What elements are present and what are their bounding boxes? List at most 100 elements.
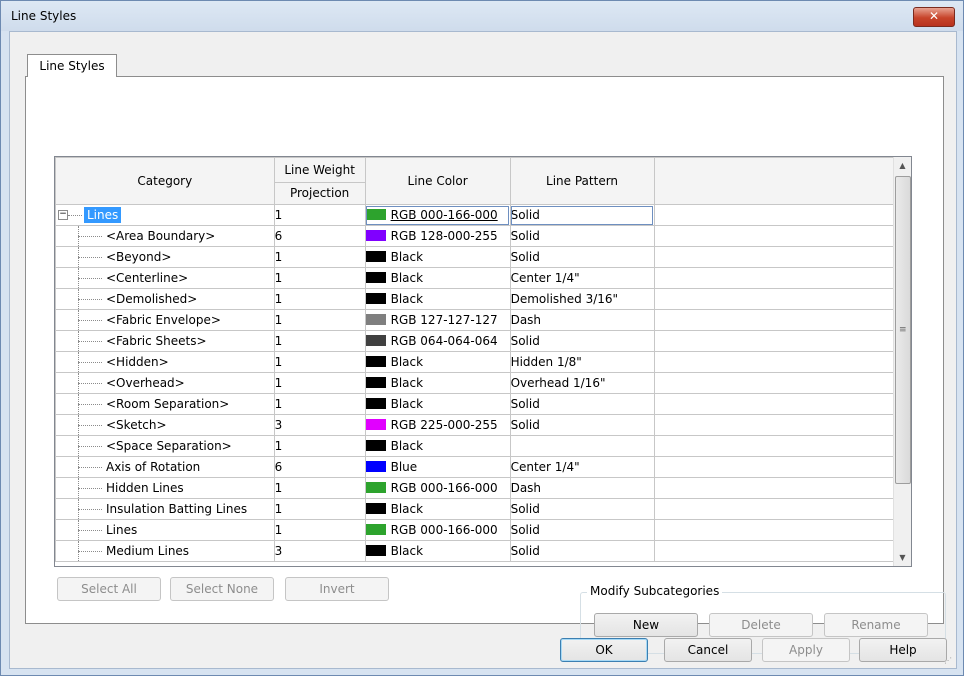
line-pattern-cell[interactable]: Demolished 3/16" <box>509 288 655 310</box>
line-weight-cell[interactable]: 1 <box>273 246 366 268</box>
line-pattern-cell[interactable]: Solid <box>509 330 655 352</box>
line-color-cell[interactable]: RGB 000-166-000 <box>364 204 511 226</box>
scroll-thumb[interactable]: ≡ <box>895 176 911 484</box>
select-all-button[interactable]: Select All <box>57 577 161 601</box>
line-pattern-cell[interactable]: Solid <box>509 498 655 520</box>
category-cell[interactable]: <Hidden> <box>55 351 275 373</box>
line-color-cell[interactable]: RGB 225-000-255 <box>364 414 511 436</box>
table-row[interactable]: Hidden Lines 1 RGB 000-166-000 Dash <box>55 477 911 499</box>
close-button[interactable]: ✕ <box>913 7 955 27</box>
table-row[interactable]: Lines 1 RGB 000-166-000 Solid <box>55 519 911 541</box>
line-pattern-cell[interactable]: Solid <box>509 393 655 415</box>
line-color-cell[interactable]: RGB 000-166-000 <box>364 519 511 541</box>
line-pattern-cell[interactable]: Center 1/4" <box>509 267 655 289</box>
table-row[interactable]: <Hidden> 1 Black Hidden 1/8" <box>55 351 911 373</box>
table-row[interactable]: <Space Separation> 1 Black <box>55 435 911 457</box>
category-cell[interactable]: <Demolished> <box>55 288 275 310</box>
table-row[interactable]: <Demolished> 1 Black Demolished 3/16" <box>55 288 911 310</box>
table-row[interactable]: <Fabric Envelope> 1 RGB 127-127-127 Dash <box>55 309 911 331</box>
table-row[interactable]: <Room Separation> 1 Black Solid <box>55 393 911 415</box>
line-color-cell[interactable]: RGB 000-166-000 <box>364 477 511 499</box>
line-weight-cell[interactable]: 1 <box>273 204 366 226</box>
line-weight-cell[interactable]: 3 <box>273 414 366 436</box>
line-weight-cell[interactable]: 3 <box>273 540 366 562</box>
category-cell[interactable]: Axis of Rotation <box>55 456 275 478</box>
line-color-cell[interactable]: Black <box>364 351 511 373</box>
category-cell[interactable]: Insulation Batting Lines <box>55 498 275 520</box>
line-pattern-cell[interactable]: Solid <box>509 204 655 226</box>
table-row[interactable]: Axis of Rotation 6 Blue Center 1/4" <box>55 456 911 478</box>
line-color-cell[interactable]: Blue <box>364 456 511 478</box>
category-cell[interactable]: <Room Separation> <box>55 393 275 415</box>
category-cell[interactable]: Hidden Lines <box>55 477 275 499</box>
line-color-cell[interactable]: Black <box>364 246 511 268</box>
category-cell[interactable]: <Sketch> <box>55 414 275 436</box>
vertical-scrollbar[interactable]: ▲ ≡ ▼ <box>893 157 911 566</box>
line-color-cell[interactable]: Black <box>364 267 511 289</box>
category-cell[interactable]: − Lines <box>55 204 275 226</box>
line-weight-cell[interactable]: 1 <box>273 435 366 457</box>
category-cell[interactable]: <Area Boundary> <box>55 225 275 247</box>
table-row[interactable]: <Centerline> 1 Black Center 1/4" <box>55 267 911 289</box>
category-cell[interactable]: Lines <box>55 519 275 541</box>
line-pattern-cell[interactable] <box>509 435 655 457</box>
line-pattern-cell[interactable]: Solid <box>509 519 655 541</box>
line-weight-cell[interactable]: 1 <box>273 372 366 394</box>
line-weight-cell[interactable]: 1 <box>273 477 366 499</box>
column-header-category[interactable]: Category <box>55 157 275 205</box>
table-row[interactable]: <Beyond> 1 Black Solid <box>55 246 911 268</box>
line-color-cell[interactable]: RGB 128-000-255 <box>364 225 511 247</box>
line-weight-cell[interactable]: 6 <box>273 225 366 247</box>
column-header-line-color[interactable]: Line Color <box>364 157 511 205</box>
help-button[interactable]: Help <box>859 638 947 662</box>
line-weight-cell[interactable]: 6 <box>273 456 366 478</box>
line-pattern-cell[interactable]: Solid <box>509 414 655 436</box>
category-cell[interactable]: <Beyond> <box>55 246 275 268</box>
line-pattern-cell[interactable]: Dash <box>509 309 655 331</box>
invert-button[interactable]: Invert <box>285 577 389 601</box>
line-pattern-cell[interactable]: Hidden 1/8" <box>509 351 655 373</box>
line-pattern-cell[interactable]: Solid <box>509 246 655 268</box>
category-cell[interactable]: Medium Lines <box>55 540 275 562</box>
line-color-cell[interactable]: Black <box>364 498 511 520</box>
table-row[interactable]: <Sketch> 3 RGB 225-000-255 Solid <box>55 414 911 436</box>
line-weight-cell[interactable]: 1 <box>273 498 366 520</box>
line-color-cell[interactable]: Black <box>364 540 511 562</box>
line-color-cell[interactable]: Black <box>364 372 511 394</box>
select-none-button[interactable]: Select None <box>170 577 274 601</box>
table-row[interactable]: Medium Lines 3 Black Solid <box>55 540 911 562</box>
tab-line-styles[interactable]: Line Styles <box>27 54 117 77</box>
line-weight-cell[interactable]: 1 <box>273 330 366 352</box>
table-row[interactable]: Insulation Batting Lines 1 Black Solid <box>55 498 911 520</box>
category-cell[interactable]: <Fabric Envelope> <box>55 309 275 331</box>
delete-button[interactable]: Delete <box>709 613 813 637</box>
line-weight-cell[interactable]: 1 <box>273 288 366 310</box>
line-weight-cell[interactable]: 1 <box>273 351 366 373</box>
line-color-cell[interactable]: RGB 127-127-127 <box>364 309 511 331</box>
line-color-cell[interactable]: Black <box>364 288 511 310</box>
line-weight-cell[interactable]: 1 <box>273 267 366 289</box>
line-weight-cell[interactable]: 1 <box>273 519 366 541</box>
line-pattern-cell[interactable]: Solid <box>509 540 655 562</box>
column-header-projection[interactable]: Projection <box>273 182 366 205</box>
cancel-button[interactable]: Cancel <box>664 638 752 662</box>
table-row[interactable]: <Fabric Sheets> 1 RGB 064-064-064 Solid <box>55 330 911 352</box>
column-header-line-pattern[interactable]: Line Pattern <box>509 157 655 205</box>
line-color-cell[interactable]: Black <box>364 435 511 457</box>
line-weight-cell[interactable]: 1 <box>273 309 366 331</box>
category-cell[interactable]: <Overhead> <box>55 372 275 394</box>
line-pattern-cell[interactable]: Overhead 1/16" <box>509 372 655 394</box>
line-weight-cell[interactable]: 1 <box>273 393 366 415</box>
category-cell[interactable]: <Centerline> <box>55 267 275 289</box>
table-row[interactable]: <Area Boundary> 6 RGB 128-000-255 Solid <box>55 225 911 247</box>
line-pattern-cell[interactable]: Solid <box>509 225 655 247</box>
scroll-down-icon[interactable]: ▼ <box>894 549 911 566</box>
line-color-cell[interactable]: RGB 064-064-064 <box>364 330 511 352</box>
resize-grip-icon[interactable]: ⋰ <box>944 656 954 666</box>
line-pattern-cell[interactable]: Dash <box>509 477 655 499</box>
category-cell[interactable]: <Fabric Sheets> <box>55 330 275 352</box>
table-row[interactable]: − Lines 1 RGB 000-166-000 Solid <box>55 204 911 226</box>
collapse-icon[interactable]: − <box>58 210 68 220</box>
table-row[interactable]: <Overhead> 1 Black Overhead 1/16" <box>55 372 911 394</box>
new-button[interactable]: New <box>594 613 698 637</box>
